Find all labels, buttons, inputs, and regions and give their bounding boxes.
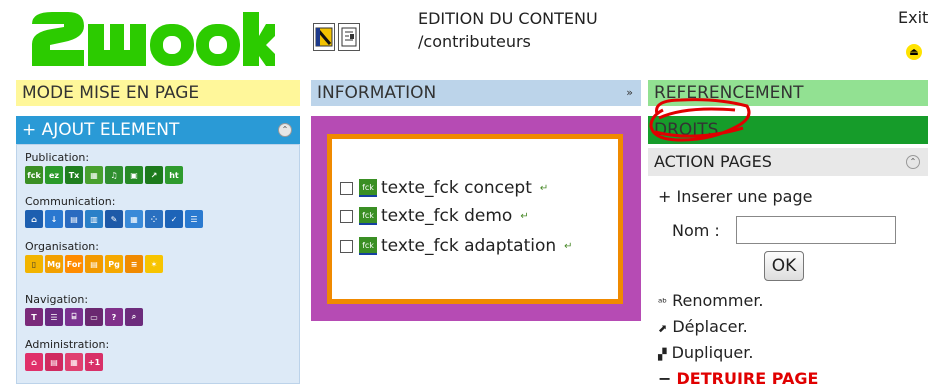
action-pages-title: ACTION PAGES — [654, 152, 772, 171]
page-path: /contributeurs — [418, 32, 531, 51]
return-icon[interactable]: ↵ — [520, 211, 528, 222]
ajout-element-header[interactable]: + AJOUT ELEMENT — [16, 116, 300, 144]
download-icon[interactable]: ↓ — [45, 210, 63, 228]
page-layout-icon[interactable] — [338, 23, 360, 51]
gallery-icon[interactable]: ▣ — [125, 166, 143, 184]
list-item: fck texte_fck adaptation ↵ — [340, 234, 573, 258]
html-icon[interactable]: ht — [165, 166, 183, 184]
rename-icon: ᵃᵇ — [658, 296, 668, 309]
duplicate-link[interactable]: ▞ Dupliquer. — [658, 343, 753, 362]
nom-input[interactable] — [736, 216, 896, 244]
mp3-icon[interactable]: ♫ — [105, 166, 123, 184]
list-item: fck texte_fck demo ↵ — [340, 204, 529, 228]
star-icon[interactable]: ✶ — [145, 255, 163, 273]
form-icon[interactable]: ▥ — [85, 210, 103, 228]
sitemap-icon[interactable]: ▭ — [85, 308, 103, 326]
list-item: fck texte_fck concept ↵ — [340, 176, 548, 200]
move-link[interactable]: ⬈ Déplacer. — [658, 317, 748, 336]
element-palette: Publication: fck ez Tx ▦ ♫ ▣ ↗ ht Commun… — [16, 144, 300, 384]
destroy-page-link[interactable]: − DETRUIRE PAGE — [658, 369, 818, 388]
return-icon[interactable]: ↵ — [540, 183, 548, 194]
group-organisation-title: Organisation: — [25, 240, 99, 253]
insert-page-link[interactable]: + Inserer une page — [658, 187, 812, 206]
action-pages-header[interactable]: ACTION PAGES — [648, 148, 928, 176]
page-title: EDITION DU CONTENU — [418, 9, 598, 28]
item-checkbox[interactable] — [340, 209, 353, 223]
group-publication-title: Publication: — [25, 151, 90, 164]
plus-one-icon[interactable]: +1 — [85, 353, 103, 371]
group-navigation-title: Navigation: — [25, 293, 89, 306]
admin-user-icon[interactable]: ⌂ — [25, 353, 43, 371]
ok-button[interactable]: OK — [764, 251, 804, 281]
fck-icon: fck — [359, 237, 377, 255]
information-bar[interactable]: INFORMATION » — [311, 80, 641, 106]
ez-icon[interactable]: ez — [45, 166, 63, 184]
group-organisation-icons: ▯ Mg For ▤ Pg ≡ ✶ — [25, 255, 163, 273]
image-icon[interactable]: ▦ — [85, 166, 103, 184]
menu-icon[interactable]: ☰ — [45, 308, 63, 326]
information-label: INFORMATION — [317, 83, 437, 103]
annotation-scribble — [649, 98, 751, 142]
pg-icon[interactable]: Pg — [105, 255, 123, 273]
bank-icon[interactable]: ⌂ — [25, 210, 43, 228]
rename-label: Renommer. — [672, 291, 764, 310]
fck-icon[interactable]: fck — [25, 166, 43, 184]
item-label[interactable]: texte_fck concept — [381, 178, 532, 198]
duplicate-label: Dupliquer. — [671, 343, 754, 362]
chevron-down-icon[interactable]: » — [626, 80, 633, 106]
item-label[interactable]: texte_fck adaptation — [381, 236, 556, 256]
move-icon: ⬈ — [658, 322, 668, 335]
move-label: Déplacer. — [672, 317, 748, 336]
item-checkbox[interactable] — [340, 239, 353, 253]
destroy-page-label: DETRUIRE PAGE — [676, 369, 819, 388]
doc-icon[interactable]: ▤ — [85, 255, 103, 273]
nom-label: Nom : — [672, 221, 720, 240]
admin-page-icon[interactable]: ▤ — [45, 353, 63, 371]
fck-icon: fck — [359, 207, 377, 225]
minus-icon: − — [658, 369, 672, 388]
exit-link[interactable]: Exit — [898, 8, 928, 27]
group-communication-title: Communication: — [25, 195, 116, 208]
mode-mise-en-page-label: MODE MISE EN PAGE — [22, 83, 200, 103]
fck-icon: fck — [359, 179, 377, 197]
return-icon[interactable]: ↵ — [564, 241, 572, 252]
group-communication-icons: ⌂ ↓ ▤ ▥ ✎ ▦ ⁘ ✓ ☰ — [25, 210, 203, 228]
app-logo — [32, 12, 275, 66]
collapse-left-icon[interactable]: ⌃ — [278, 123, 292, 137]
group-administration-icons: ⌂ ▤ ▦ +1 — [25, 353, 103, 371]
search-icon[interactable]: ⌕ — [125, 308, 143, 326]
grid-icon[interactable]: ▦ — [125, 210, 143, 228]
calendar-icon[interactable]: ▤ — [65, 210, 83, 228]
mode-mise-en-page-bar[interactable]: MODE MISE EN PAGE — [16, 80, 300, 106]
collapse-action-icon[interactable]: ⌃ — [906, 155, 920, 169]
nav-icon[interactable]: T — [25, 308, 43, 326]
save-page-icon[interactable] — [313, 23, 335, 51]
pen-icon[interactable]: ✎ — [105, 210, 123, 228]
ajout-element-title: + AJOUT ELEMENT — [22, 120, 180, 140]
dots-icon[interactable]: ⁘ — [145, 210, 163, 228]
tree-icon[interactable]: ⌸ — [65, 308, 83, 326]
list-icon[interactable]: ≡ — [125, 255, 143, 273]
forum-icon[interactable]: For — [65, 255, 83, 273]
item-label[interactable]: texte_fck demo — [381, 206, 512, 226]
faq-icon[interactable]: ? — [105, 308, 123, 326]
poll-icon[interactable]: ✓ — [165, 210, 183, 228]
admin-list-icon[interactable]: ▦ — [65, 353, 83, 371]
chat-icon[interactable]: ☰ — [185, 210, 203, 228]
app-root: EDITION DU CONTENU /contributeurs Exit ⏏… — [0, 0, 928, 388]
rename-link[interactable]: ᵃᵇ Renommer. — [658, 291, 764, 310]
group-administration-title: Administration: — [25, 338, 110, 351]
duplicate-icon: ▞ — [658, 348, 667, 361]
text-icon[interactable]: Tx — [65, 166, 83, 184]
item-checkbox[interactable] — [340, 181, 353, 195]
link-icon[interactable]: ↗ — [145, 166, 163, 184]
eject-icon[interactable]: ⏏ — [906, 44, 922, 60]
group-navigation-icons: T ☰ ⌸ ▭ ? ⌕ — [25, 308, 143, 326]
page-icon[interactable]: ▯ — [25, 255, 43, 273]
group-publication-icons: fck ez Tx ▦ ♫ ▣ ↗ ht — [25, 166, 183, 184]
mg-icon[interactable]: Mg — [45, 255, 63, 273]
